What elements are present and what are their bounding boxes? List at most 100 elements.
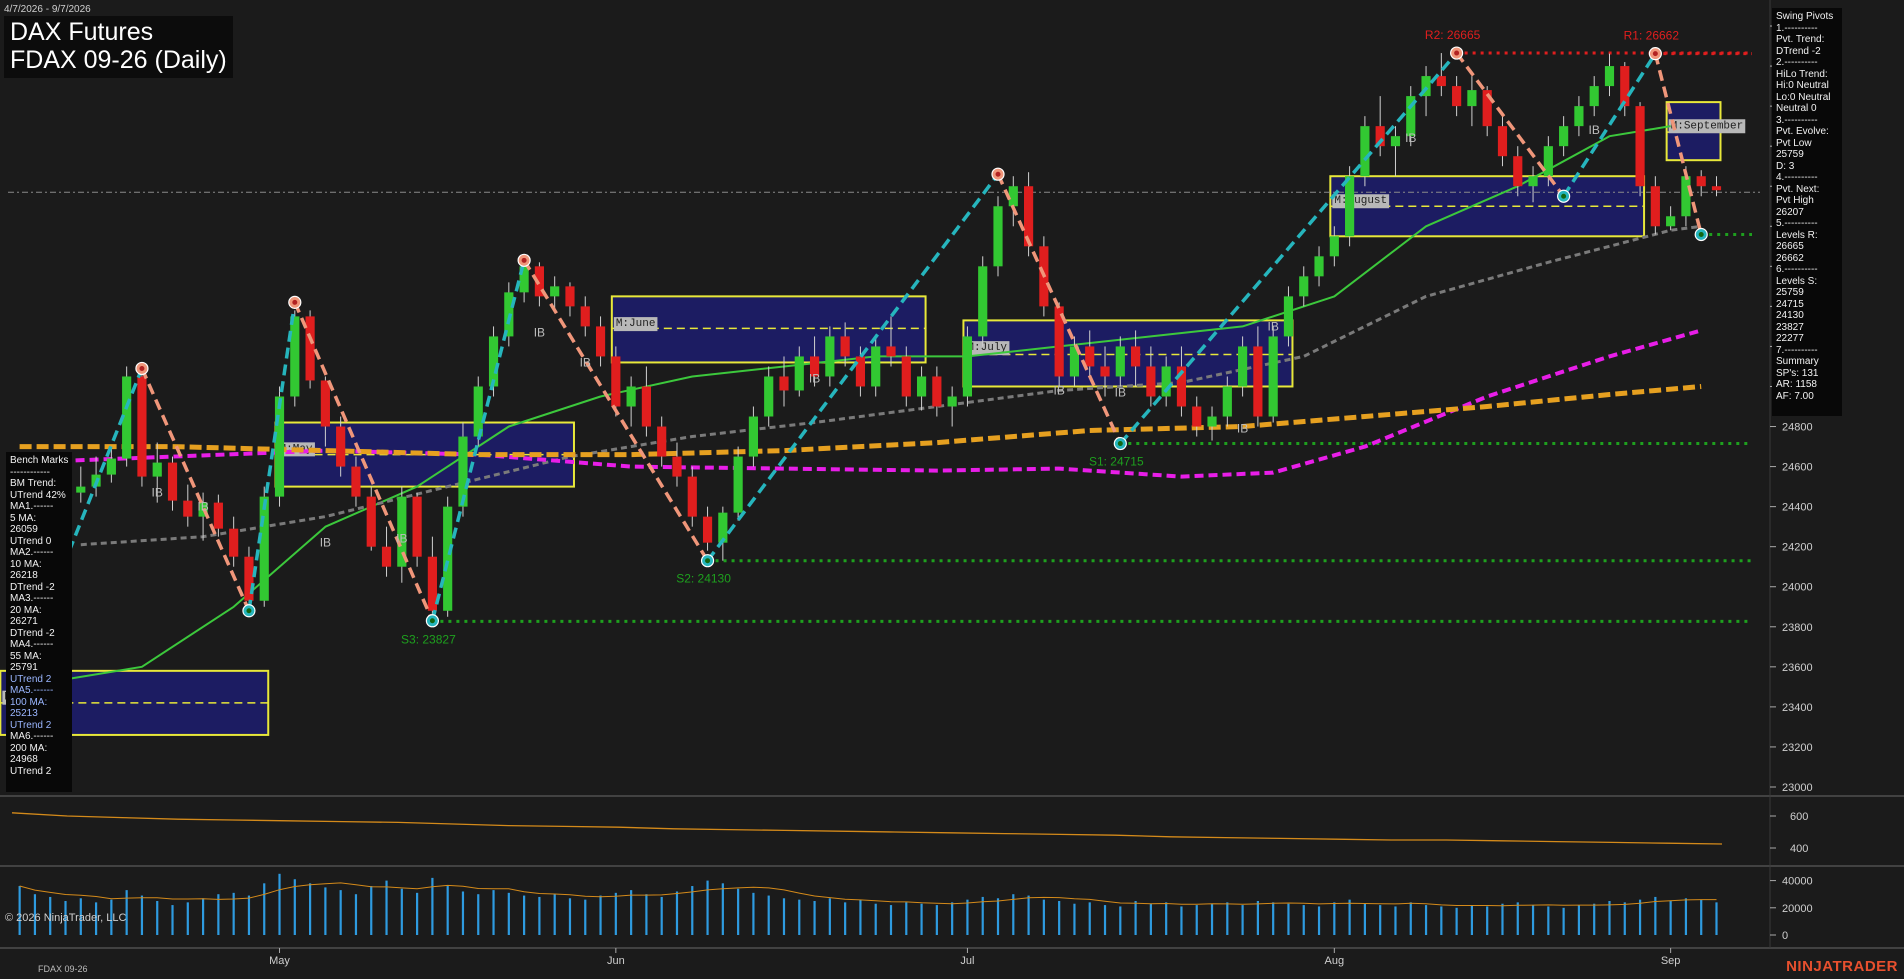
panel-line: 23827 — [1776, 321, 1804, 333]
panel-line: MA4.------ — [10, 639, 54, 650]
candle-body — [1666, 216, 1676, 227]
instrument-footer: FDAX 09-26 — [38, 964, 88, 974]
candle-body — [381, 546, 392, 567]
candle-body — [916, 376, 927, 397]
date-tick-label: May — [269, 955, 290, 967]
panel-line: DTrend -2 — [10, 627, 55, 639]
month-box-label: M:September — [1671, 120, 1744, 132]
atr-tick-label: 600 — [1790, 811, 1808, 823]
panel-line: Pvt Low — [1776, 137, 1812, 149]
ib-label: IB — [1237, 422, 1248, 436]
candle-body — [1452, 86, 1462, 107]
month-box-label: M:June — [616, 318, 656, 330]
volume-tick-label: 40000 — [1782, 876, 1813, 888]
ib-label: IB — [320, 536, 331, 550]
panel-line: 100 MA: — [10, 696, 48, 708]
panel-line: 25791 — [10, 662, 38, 673]
candle-body — [320, 380, 330, 427]
candle-body — [1314, 256, 1324, 277]
pivot-low-dot — [1561, 193, 1567, 199]
candle-body — [1283, 296, 1294, 337]
ib-label: IB — [580, 355, 591, 369]
candle-body — [1559, 126, 1569, 147]
candle-body — [1390, 136, 1401, 147]
ninjatrader-logo: NINJATRADER — [1786, 958, 1898, 975]
panel-line: UTrend 2 — [10, 719, 52, 731]
candle-body — [764, 376, 774, 417]
candle-body — [1620, 66, 1630, 107]
pivot-high-dot — [1652, 51, 1658, 57]
candle-body — [1650, 186, 1660, 227]
ib-label: IB — [1589, 123, 1600, 137]
price-tick-label: 23400 — [1782, 702, 1813, 714]
chart-title-box: DAX Futures FDAX 09-26 (Daily) — [4, 16, 233, 78]
candle-body — [580, 306, 590, 327]
date-tick-label: Aug — [1325, 955, 1345, 967]
price-tick-label: 24800 — [1782, 422, 1813, 434]
level-label: R2: 26665 — [1425, 28, 1481, 42]
candle-body — [855, 356, 866, 387]
pivot-low-dot — [246, 608, 252, 614]
candle-body — [1528, 176, 1538, 187]
candle-body — [687, 476, 697, 517]
candle-body — [488, 336, 499, 387]
price-chart[interactable]: M:AprilM:MayM:JuneM:JulyM:AugustM:Septem… — [0, 0, 1904, 979]
candle-body — [1436, 76, 1446, 87]
price-tick-label: 23600 — [1782, 662, 1813, 674]
pivot-high-dot — [1454, 50, 1460, 56]
candle-body — [550, 286, 560, 297]
date-tick-label: Sep — [1661, 955, 1681, 967]
price-tick-label: 23800 — [1782, 622, 1813, 634]
candle-body — [1696, 176, 1706, 187]
candle-body — [1681, 176, 1691, 217]
candle-body — [1497, 126, 1508, 157]
price-tick-label: 23000 — [1782, 782, 1813, 794]
panel-line: 26218 — [10, 570, 38, 581]
candle-body — [351, 466, 361, 497]
panel-line: DTrend -2 — [1776, 45, 1821, 57]
panel-line: 24130 — [1776, 310, 1804, 321]
panel-line: Lo:0 Neutral — [1776, 91, 1831, 103]
pivot-high-dot — [292, 299, 298, 305]
swing-pivots-panel: Swing Pivots 1.---------- Pvt. Trend: DTren… — [1772, 8, 1842, 416]
ib-label: IB — [1115, 385, 1126, 399]
price-tick-label: 24400 — [1782, 502, 1813, 514]
candle-body — [1146, 366, 1156, 397]
panel-line: Summary — [1776, 356, 1819, 367]
candle-body — [1131, 346, 1141, 367]
panel-line: 26207 — [1776, 206, 1804, 218]
date-tick-label: Jun — [607, 955, 625, 967]
panel-line: MA6.------ — [10, 731, 54, 742]
candle-body — [336, 426, 346, 467]
panel-line: 25759 — [1776, 149, 1804, 160]
price-tick-label: 23200 — [1782, 742, 1813, 754]
candle-body — [259, 496, 269, 601]
panel-line: 5 MA: — [10, 512, 37, 524]
volume-tick-label: 0 — [1782, 930, 1788, 942]
panel-line: MA5.------ — [10, 685, 54, 696]
candle-body — [1268, 336, 1278, 417]
candle-body — [183, 500, 193, 517]
panel-line: Hi:0 Neutral — [1776, 80, 1829, 91]
panel-line: SP's: 131 — [1776, 367, 1819, 379]
ib-label: IB — [197, 500, 208, 514]
candle-body — [1192, 406, 1202, 427]
panel-line: UTrend 2 — [10, 765, 52, 777]
panel-line: AF: 7.00 — [1776, 390, 1814, 402]
candle-body — [978, 266, 988, 337]
candle-body — [106, 458, 116, 475]
panel-line: 22277 — [1776, 333, 1804, 344]
candle-body — [794, 356, 804, 391]
candle-body — [932, 376, 942, 407]
panel-line: Neutral 0 — [1776, 103, 1817, 114]
ib-label: IB — [534, 325, 545, 339]
candle-body — [1329, 236, 1339, 257]
candle-body — [626, 386, 636, 407]
panel-line: BM Trend: — [10, 478, 57, 489]
candle-body — [1513, 156, 1523, 187]
pivot-low-dot — [705, 558, 711, 564]
candle-body — [702, 516, 713, 543]
price-tick-label: 24000 — [1782, 582, 1813, 594]
panel-line: 25213 — [10, 708, 38, 719]
candle-body — [1589, 86, 1599, 107]
